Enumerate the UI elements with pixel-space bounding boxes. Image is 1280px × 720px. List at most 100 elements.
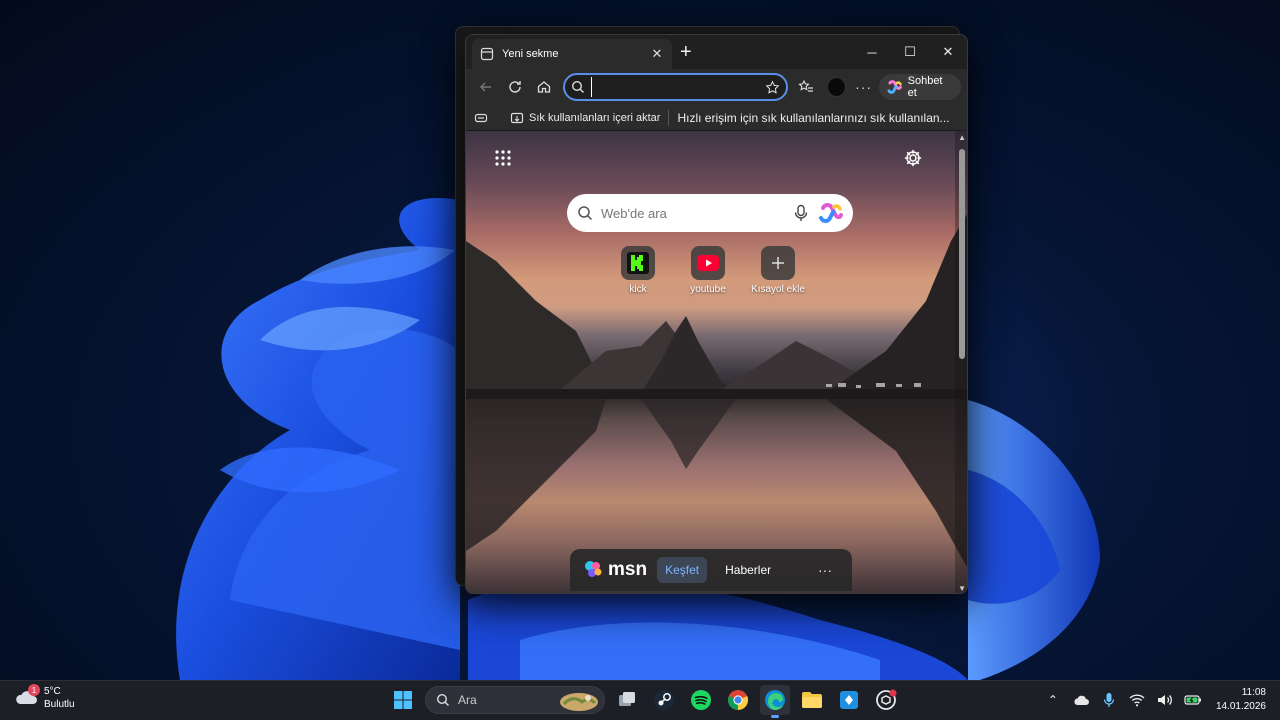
onedrive-tray[interactable] bbox=[1070, 685, 1092, 715]
show-hidden-icons-button[interactable]: ⌃ bbox=[1042, 685, 1064, 715]
battery-charging-icon bbox=[1184, 695, 1201, 705]
edge-app[interactable] bbox=[760, 685, 790, 718]
search-highlight-icon bbox=[560, 693, 598, 711]
scroll-up-icon[interactable]: ▲ bbox=[958, 133, 966, 142]
taskbar-search-placeholder: Ara bbox=[458, 693, 477, 707]
file-explorer-app[interactable] bbox=[797, 685, 827, 715]
tab-bar: Yeni sekme ✕ + ─ ☐ ✕ bbox=[466, 35, 967, 69]
shortcut-label: kick bbox=[629, 284, 647, 295]
shortcut-label: youtube bbox=[690, 284, 726, 295]
favorites-hint: Hızlı erişim için sık kullanılanlarınızı… bbox=[677, 110, 950, 125]
chrome-icon bbox=[727, 690, 749, 711]
page-scrollbar[interactable]: ▲ ▼ bbox=[955, 131, 967, 593]
shortcut-kick[interactable]: kick bbox=[616, 246, 660, 295]
apps-grid-icon[interactable] bbox=[494, 149, 512, 167]
steam-app[interactable] bbox=[649, 685, 679, 715]
new-tab-page-icon bbox=[480, 47, 494, 61]
new-tab-button[interactable]: + bbox=[680, 41, 692, 63]
weather-temperature: 5°C bbox=[44, 686, 61, 697]
browser-window: Yeni sekme ✕ + ─ ☐ ✕ ··· Sohbet et Sık k… bbox=[465, 34, 968, 594]
edge-icon bbox=[765, 690, 785, 710]
file-explorer-icon bbox=[802, 692, 822, 708]
task-view-button[interactable] bbox=[612, 685, 642, 715]
profile-avatar[interactable] bbox=[826, 77, 847, 97]
msn-feed-bar: msn Keşfet Haberler ··· bbox=[570, 549, 852, 591]
start-button[interactable] bbox=[388, 685, 418, 715]
microphone-icon[interactable] bbox=[793, 204, 809, 222]
tab-haberler[interactable]: Haberler bbox=[717, 557, 779, 583]
address-bar[interactable] bbox=[562, 73, 788, 101]
copilot-icon bbox=[887, 80, 903, 94]
shortcut-tile bbox=[761, 246, 795, 280]
clock[interactable]: 11:08 14.01.2026 bbox=[1216, 686, 1266, 714]
chatgpt-app[interactable] bbox=[871, 685, 901, 715]
taskbar-search[interactable]: Ara bbox=[425, 686, 605, 714]
new-tab-page: kick youtube Kısayol ekle bbox=[466, 131, 967, 593]
close-window-button[interactable]: ✕ bbox=[929, 35, 967, 69]
home-icon bbox=[538, 81, 551, 93]
gear-icon[interactable] bbox=[903, 148, 923, 168]
steam-icon bbox=[654, 690, 674, 710]
favorites-list-icon bbox=[798, 79, 814, 92]
tab-kesfet[interactable]: Keşfet bbox=[657, 557, 708, 583]
pinned-app[interactable] bbox=[834, 685, 864, 715]
import-favorites-button[interactable]: Sık kullanılanları içeri aktar bbox=[510, 111, 660, 125]
spotify-app[interactable] bbox=[686, 685, 716, 715]
import-icon bbox=[510, 112, 524, 123]
back-button[interactable] bbox=[472, 72, 501, 102]
scroll-thumb[interactable] bbox=[959, 149, 965, 359]
favorites-bar: Sık kullanılanları içeri aktar Hızlı eri… bbox=[466, 105, 967, 131]
shortcut-tile bbox=[691, 246, 725, 280]
tab-new-tab[interactable]: Yeni sekme ✕ bbox=[472, 39, 672, 69]
taskbar: 1 5°C Bulutlu Ara ⌃ 11:08 14.01.2026 bbox=[0, 680, 1280, 720]
shortcut-add[interactable]: Kısayol ekle bbox=[751, 246, 805, 295]
clock-date: 14.01.2026 bbox=[1215, 701, 1266, 712]
search-icon bbox=[571, 80, 584, 93]
clock-time: 11:08 bbox=[1241, 687, 1266, 698]
search-icon bbox=[436, 693, 449, 706]
copilot-icon[interactable] bbox=[817, 200, 843, 226]
plus-icon bbox=[772, 257, 784, 269]
windows-start-icon bbox=[394, 691, 412, 709]
minimize-button[interactable]: ─ bbox=[853, 35, 891, 69]
web-search-input[interactable] bbox=[601, 205, 785, 221]
refresh-icon bbox=[509, 81, 522, 93]
back-arrow-icon bbox=[480, 82, 492, 92]
address-input[interactable] bbox=[590, 77, 759, 97]
home-button[interactable] bbox=[530, 72, 559, 102]
favorite-star-icon[interactable] bbox=[765, 80, 780, 95]
more-menu-button[interactable]: ··· bbox=[852, 72, 875, 102]
network-tray[interactable] bbox=[1126, 685, 1148, 715]
speaker-icon bbox=[1157, 695, 1172, 705]
ellipsis-icon: ··· bbox=[855, 79, 873, 95]
msn-butterfly-icon bbox=[585, 561, 602, 577]
tab-title: Yeni sekme bbox=[502, 48, 559, 60]
refresh-button[interactable] bbox=[501, 72, 530, 102]
favorites-bar-toggle-icon[interactable] bbox=[474, 111, 488, 125]
shortcut-youtube[interactable]: youtube bbox=[686, 246, 730, 295]
scroll-down-icon[interactable]: ▼ bbox=[958, 584, 966, 593]
shortcuts: kick youtube Kısayol ekle bbox=[616, 246, 805, 295]
msn-more-button[interactable]: ··· bbox=[818, 562, 832, 578]
maximize-button[interactable]: ☐ bbox=[891, 35, 929, 69]
favorites-button[interactable] bbox=[792, 72, 821, 102]
chatgpt-icon bbox=[876, 689, 897, 710]
toolbar: ··· Sohbet et bbox=[466, 69, 967, 105]
weather-widget[interactable]: 1 5°C Bulutlu bbox=[14, 684, 75, 711]
chrome-app[interactable] bbox=[723, 685, 753, 715]
search-icon bbox=[578, 206, 593, 221]
import-favorites-label: Sık kullanılanları içeri aktar bbox=[529, 111, 661, 124]
close-tab-icon[interactable]: ✕ bbox=[650, 46, 664, 62]
shortcut-tile bbox=[621, 246, 655, 280]
weather-condition: Bulutlu bbox=[44, 699, 75, 710]
battery-tray[interactable] bbox=[1182, 685, 1204, 715]
microphone-tray[interactable] bbox=[1098, 685, 1120, 715]
msn-logo[interactable]: msn bbox=[584, 559, 647, 581]
wifi-icon bbox=[1129, 694, 1145, 707]
chevron-up-icon: ⌃ bbox=[1047, 693, 1058, 707]
shortcut-label: Kısayol ekle bbox=[751, 284, 805, 295]
volume-tray[interactable] bbox=[1154, 685, 1176, 715]
web-search-box[interactable] bbox=[567, 194, 853, 232]
copilot-button-label: Sohbet et bbox=[907, 75, 943, 99]
copilot-chat-button[interactable]: Sohbet et bbox=[879, 74, 961, 100]
